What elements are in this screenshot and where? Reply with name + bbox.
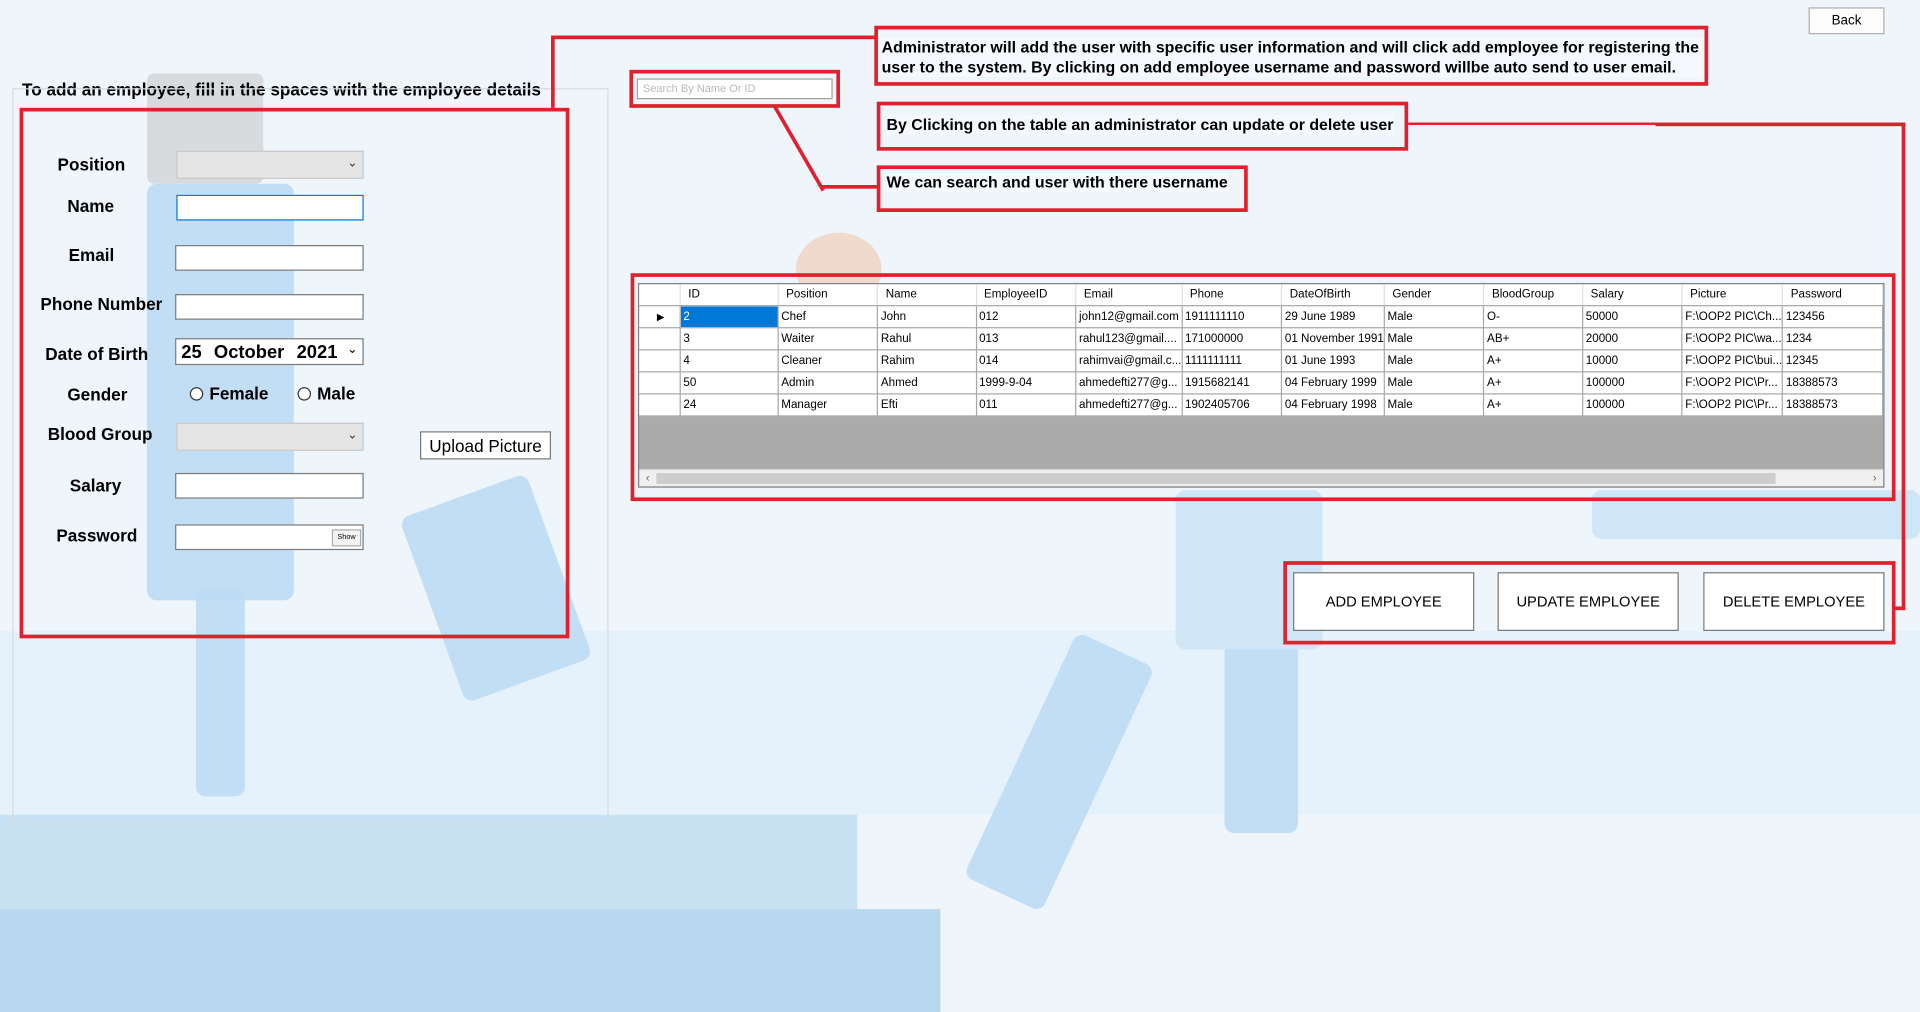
annotation-box-table <box>630 273 1896 502</box>
annotation-box-search <box>629 69 841 108</box>
annotation-connector <box>1408 122 1658 125</box>
annotation-box-note-search <box>876 165 1248 212</box>
background-figure3-leg <box>963 631 1155 913</box>
background-platform-step <box>0 909 941 1012</box>
annotation-connector <box>1901 122 1906 611</box>
back-button[interactable]: Back <box>1808 7 1885 35</box>
annotation-box-buttons <box>1283 561 1896 645</box>
annotation-box-note-table <box>876 101 1409 151</box>
annotation-connector <box>1895 606 1906 611</box>
annotation-box-note-add <box>874 25 1709 86</box>
annotation-connector <box>1655 122 1906 127</box>
annotation-connector <box>551 36 555 108</box>
annotation-box-form <box>19 107 570 639</box>
annotation-connector <box>772 104 825 192</box>
background-platform <box>0 812 858 1012</box>
annotation-connector <box>821 185 878 189</box>
annotation-connector <box>551 35 877 40</box>
